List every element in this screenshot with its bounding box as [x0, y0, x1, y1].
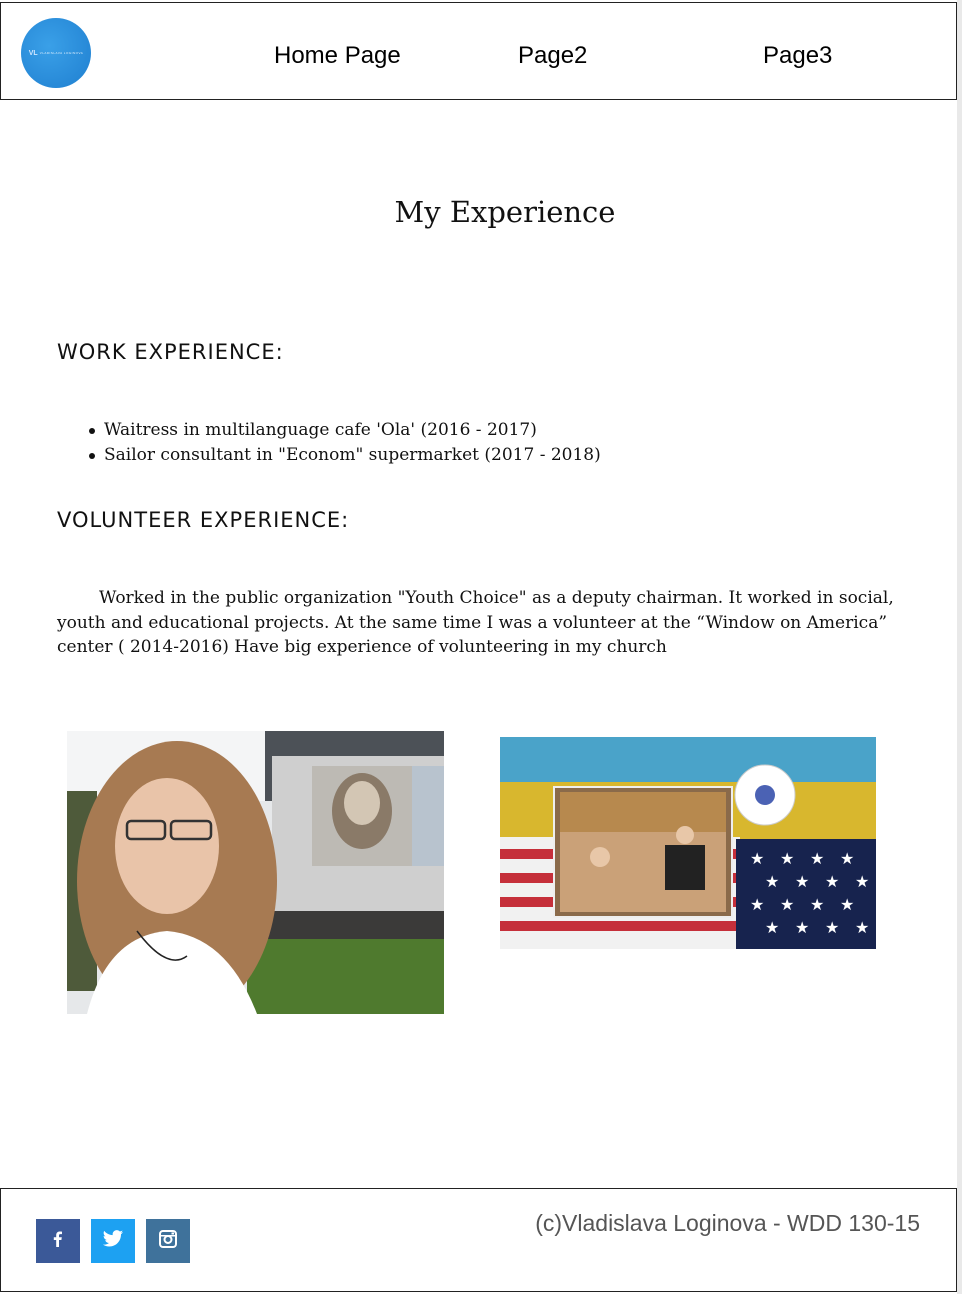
svg-text:★: ★ — [780, 895, 794, 914]
facebook-icon — [48, 1229, 68, 1253]
page-title: My Experience — [394, 195, 616, 229]
site-header: VL VLADISLAVA LOGINOVA Home Page Page2 P… — [0, 2, 957, 100]
svg-text:★: ★ — [810, 849, 824, 868]
svg-text:★: ★ — [750, 895, 764, 914]
svg-text:★: ★ — [795, 872, 809, 891]
svg-text:★: ★ — [825, 872, 839, 891]
svg-text:★: ★ — [795, 918, 809, 937]
selfie-photo — [67, 731, 444, 1014]
volunteer-experience-heading: VOLUNTEER EXPERIENCE: — [57, 508, 350, 532]
logo-mark: VL — [28, 49, 38, 57]
site-footer: (c)Vladislava Loginova - WDD 130-15 — [0, 1188, 957, 1292]
nav-link-page2[interactable]: Page2 — [518, 41, 587, 71]
facebook-link[interactable] — [36, 1219, 80, 1263]
nav-link-page3[interactable]: Page3 — [763, 41, 832, 71]
svg-text:★: ★ — [840, 895, 854, 914]
volunteer-experience-text: Worked in the public organization "Youth… — [57, 588, 894, 657]
instagram-link[interactable] — [146, 1219, 190, 1263]
svg-text:★: ★ — [855, 872, 869, 891]
list-item: Waitress in multilanguage cafe 'Ola' (20… — [89, 418, 601, 443]
twitter-link[interactable] — [91, 1219, 135, 1263]
svg-text:★: ★ — [810, 895, 824, 914]
twitter-icon — [102, 1229, 124, 1253]
svg-text:★: ★ — [780, 849, 794, 868]
flags-group-photo: ★ ★ ★ ★ ★ ★ ★ ★ ★ ★ ★ ★ ★ ★ ★ ★ — [500, 737, 876, 949]
copyright-text: (c)Vladislava Loginova - WDD 130-15 — [535, 1210, 920, 1236]
site-logo[interactable]: VL VLADISLAVA LOGINOVA — [21, 18, 91, 88]
svg-text:★: ★ — [855, 918, 869, 937]
svg-text:★: ★ — [750, 849, 764, 868]
svg-text:★: ★ — [765, 918, 779, 937]
svg-text:★: ★ — [765, 872, 779, 891]
list-item: Sailor consultant in "Econom" supermarke… — [89, 443, 601, 468]
nav-link-home[interactable]: Home Page — [274, 41, 401, 71]
svg-text:★: ★ — [840, 849, 854, 868]
work-experience-list: Waitress in multilanguage cafe 'Ola' (20… — [89, 418, 601, 468]
svg-text:★: ★ — [825, 918, 839, 937]
work-experience-heading: WORK EXPERIENCE: — [57, 340, 284, 364]
logo-text: VLADISLAVA LOGINOVA — [39, 51, 84, 55]
instagram-icon — [158, 1229, 178, 1253]
